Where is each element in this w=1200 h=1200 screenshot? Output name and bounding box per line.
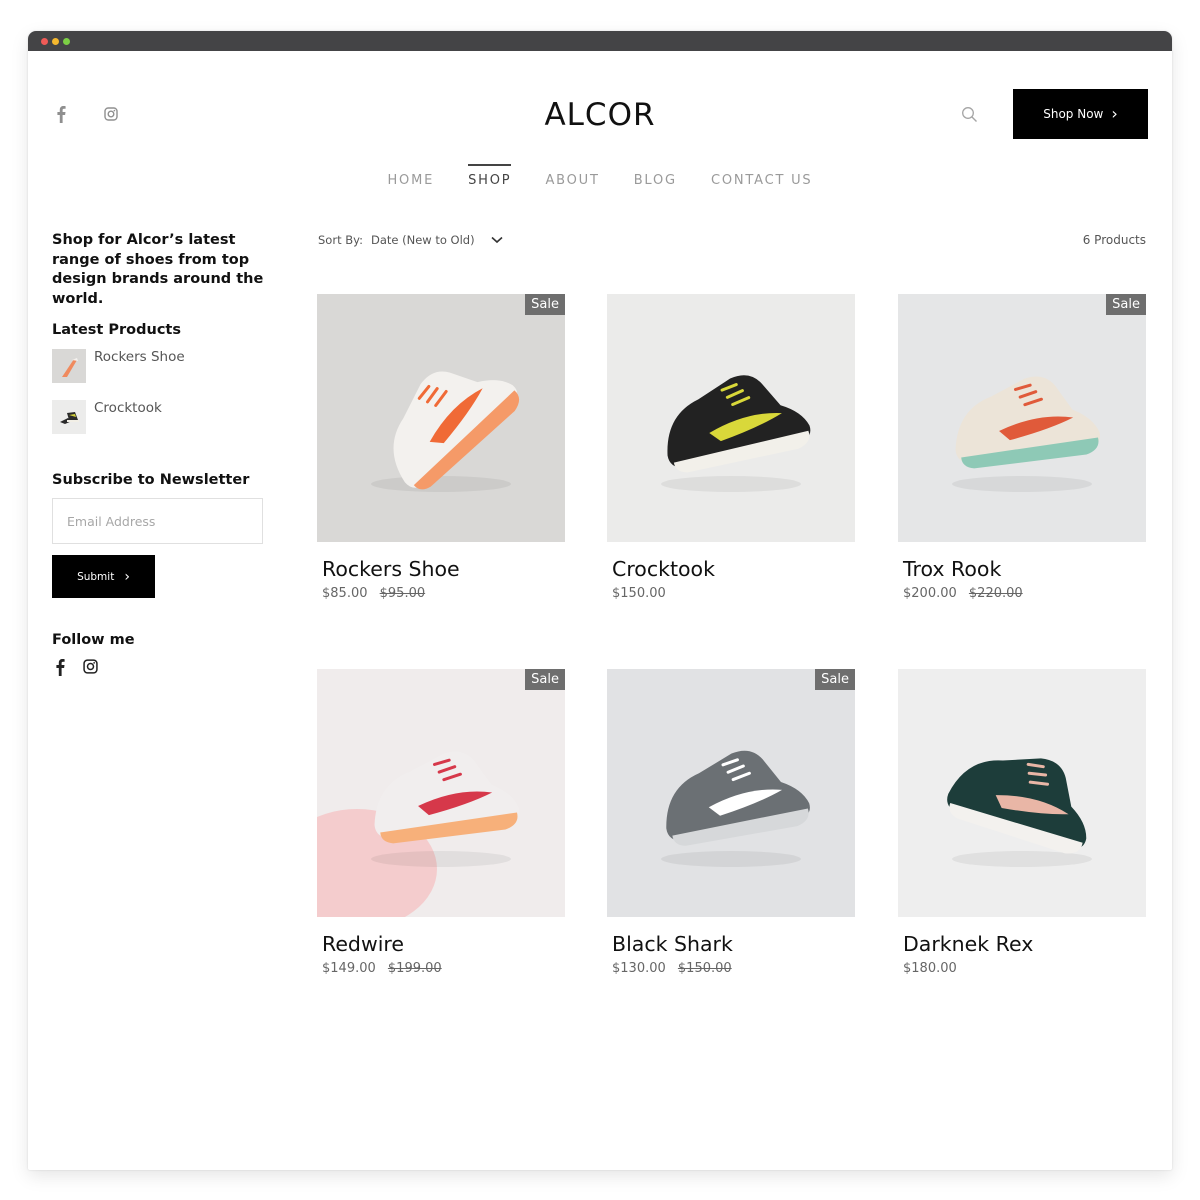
- product-name[interactable]: Trox Rook: [903, 557, 1146, 581]
- product-price: $180.00: [903, 961, 957, 976]
- product-prices: $180.00: [903, 961, 1146, 976]
- sale-badge: Sale: [1106, 294, 1146, 315]
- product-price: $130.00: [612, 961, 666, 976]
- nav-contact-us[interactable]: CONTACT US: [711, 167, 813, 188]
- product-original-price: $199.00: [387, 961, 442, 976]
- chevron-right-icon: ›: [1111, 104, 1118, 123]
- window-titlebar: [28, 31, 1172, 51]
- sidebar-intro-text: Shop for Alcor’s latest range of shoes f…: [52, 232, 264, 307]
- product-image-frame[interactable]: Sale: [898, 294, 1146, 542]
- instagram-icon: [83, 659, 98, 674]
- product-price: $85.00: [322, 586, 368, 601]
- product-name[interactable]: Rockers Shoe: [322, 557, 565, 581]
- search-button[interactable]: [961, 106, 978, 123]
- nav-about[interactable]: ABOUT: [545, 167, 599, 188]
- product-card[interactable]: Sale Black Shark $130.00 $150.00: [607, 669, 855, 976]
- product-price: $149.00: [322, 961, 376, 976]
- product-original-price: $95.00: [379, 586, 426, 601]
- product-name[interactable]: Crocktook: [612, 557, 855, 581]
- product-card[interactable]: Crocktook $150.00: [607, 294, 855, 601]
- sort-value: Date (New to Old): [370, 233, 475, 247]
- product-card[interactable]: Sale Rockers Shoe $85.00 $95.00: [317, 294, 565, 601]
- product-image-frame[interactable]: Sale: [317, 669, 565, 917]
- product-image-frame[interactable]: [607, 294, 855, 542]
- nav-home[interactable]: HOME: [387, 167, 434, 188]
- product-card[interactable]: Sale Redwire $149.00 $199.00: [317, 669, 565, 976]
- nav-shop[interactable]: SHOP: [468, 164, 512, 188]
- product-prices: $200.00 $220.00: [903, 586, 1146, 601]
- latest-product-name: Crocktook: [94, 400, 162, 416]
- sidebar-facebook-link[interactable]: [53, 658, 67, 676]
- latest-product-thumbnail: [52, 349, 86, 383]
- email-address-input[interactable]: [52, 498, 263, 544]
- search-icon: [962, 107, 977, 122]
- latest-products-heading: Latest Products: [52, 322, 181, 338]
- product-card[interactable]: Darknek Rex $180.00: [898, 669, 1146, 976]
- nav-blog[interactable]: BLOG: [634, 167, 677, 188]
- product-original-price: $150.00: [677, 961, 732, 976]
- follow-me-heading: Follow me: [52, 632, 135, 648]
- facebook-icon: [56, 659, 65, 676]
- sort-dropdown[interactable]: Sort By: Date (New to Old): [318, 233, 503, 247]
- product-original-price: $220.00: [968, 586, 1023, 601]
- product-name[interactable]: Black Shark: [612, 932, 855, 956]
- product-image: [898, 669, 1146, 917]
- product-card[interactable]: Sale Trox Rook $200.00 $220.00: [898, 294, 1146, 601]
- shoe-image: [62, 358, 78, 377]
- product-prices: $150.00: [612, 586, 855, 601]
- latest-product-item[interactable]: Rockers Shoe: [52, 349, 282, 383]
- chevron-down-icon: [491, 236, 503, 244]
- sale-badge: Sale: [815, 669, 855, 690]
- product-name[interactable]: Redwire: [322, 932, 565, 956]
- newsletter-heading: Subscribe to Newsletter: [52, 472, 250, 488]
- latest-product-item[interactable]: Crocktook: [52, 400, 282, 434]
- product-prices: $85.00 $95.00: [322, 586, 565, 601]
- shoe-image: [60, 412, 79, 424]
- product-prices: $130.00 $150.00: [612, 961, 855, 976]
- sale-badge: Sale: [525, 294, 565, 315]
- submit-button[interactable]: Submit ›: [52, 555, 155, 598]
- latest-product-thumbnail: [52, 400, 86, 434]
- product-image-frame[interactable]: Sale: [607, 669, 855, 917]
- close-window-button[interactable]: [41, 38, 48, 45]
- product-price: $150.00: [612, 586, 666, 601]
- chevron-right-icon: ›: [124, 568, 130, 585]
- product-prices: $149.00 $199.00: [322, 961, 565, 976]
- product-image: [317, 669, 565, 917]
- sale-badge: Sale: [525, 669, 565, 690]
- product-image: [607, 669, 855, 917]
- sort-label: Sort By:: [318, 233, 363, 247]
- main-nav: HOME SHOP ABOUT BLOG CONTACT US: [28, 164, 1172, 188]
- submit-label: Submit: [77, 570, 115, 583]
- shop-now-label: Shop Now: [1043, 107, 1104, 121]
- sidebar-instagram-link[interactable]: [83, 659, 98, 674]
- product-image: [898, 294, 1146, 542]
- product-count: 6 Products: [1082, 233, 1146, 247]
- product-price: $200.00: [903, 586, 957, 601]
- latest-product-name: Rockers Shoe: [94, 349, 185, 365]
- product-name[interactable]: Darknek Rex: [903, 932, 1146, 956]
- shop-now-button[interactable]: Shop Now ›: [1013, 89, 1148, 139]
- minimize-window-button[interactable]: [52, 38, 59, 45]
- product-image: [317, 294, 565, 542]
- product-image-frame[interactable]: Sale: [317, 294, 565, 542]
- browser-window: ALCOR Shop Now › HOME SHOP ABOUT BLOG CONTAC…: [28, 31, 1172, 1170]
- product-image-frame[interactable]: [898, 669, 1146, 917]
- site-logo[interactable]: ALCOR: [28, 97, 1172, 133]
- product-image: [607, 294, 855, 542]
- maximize-window-button[interactable]: [63, 38, 70, 45]
